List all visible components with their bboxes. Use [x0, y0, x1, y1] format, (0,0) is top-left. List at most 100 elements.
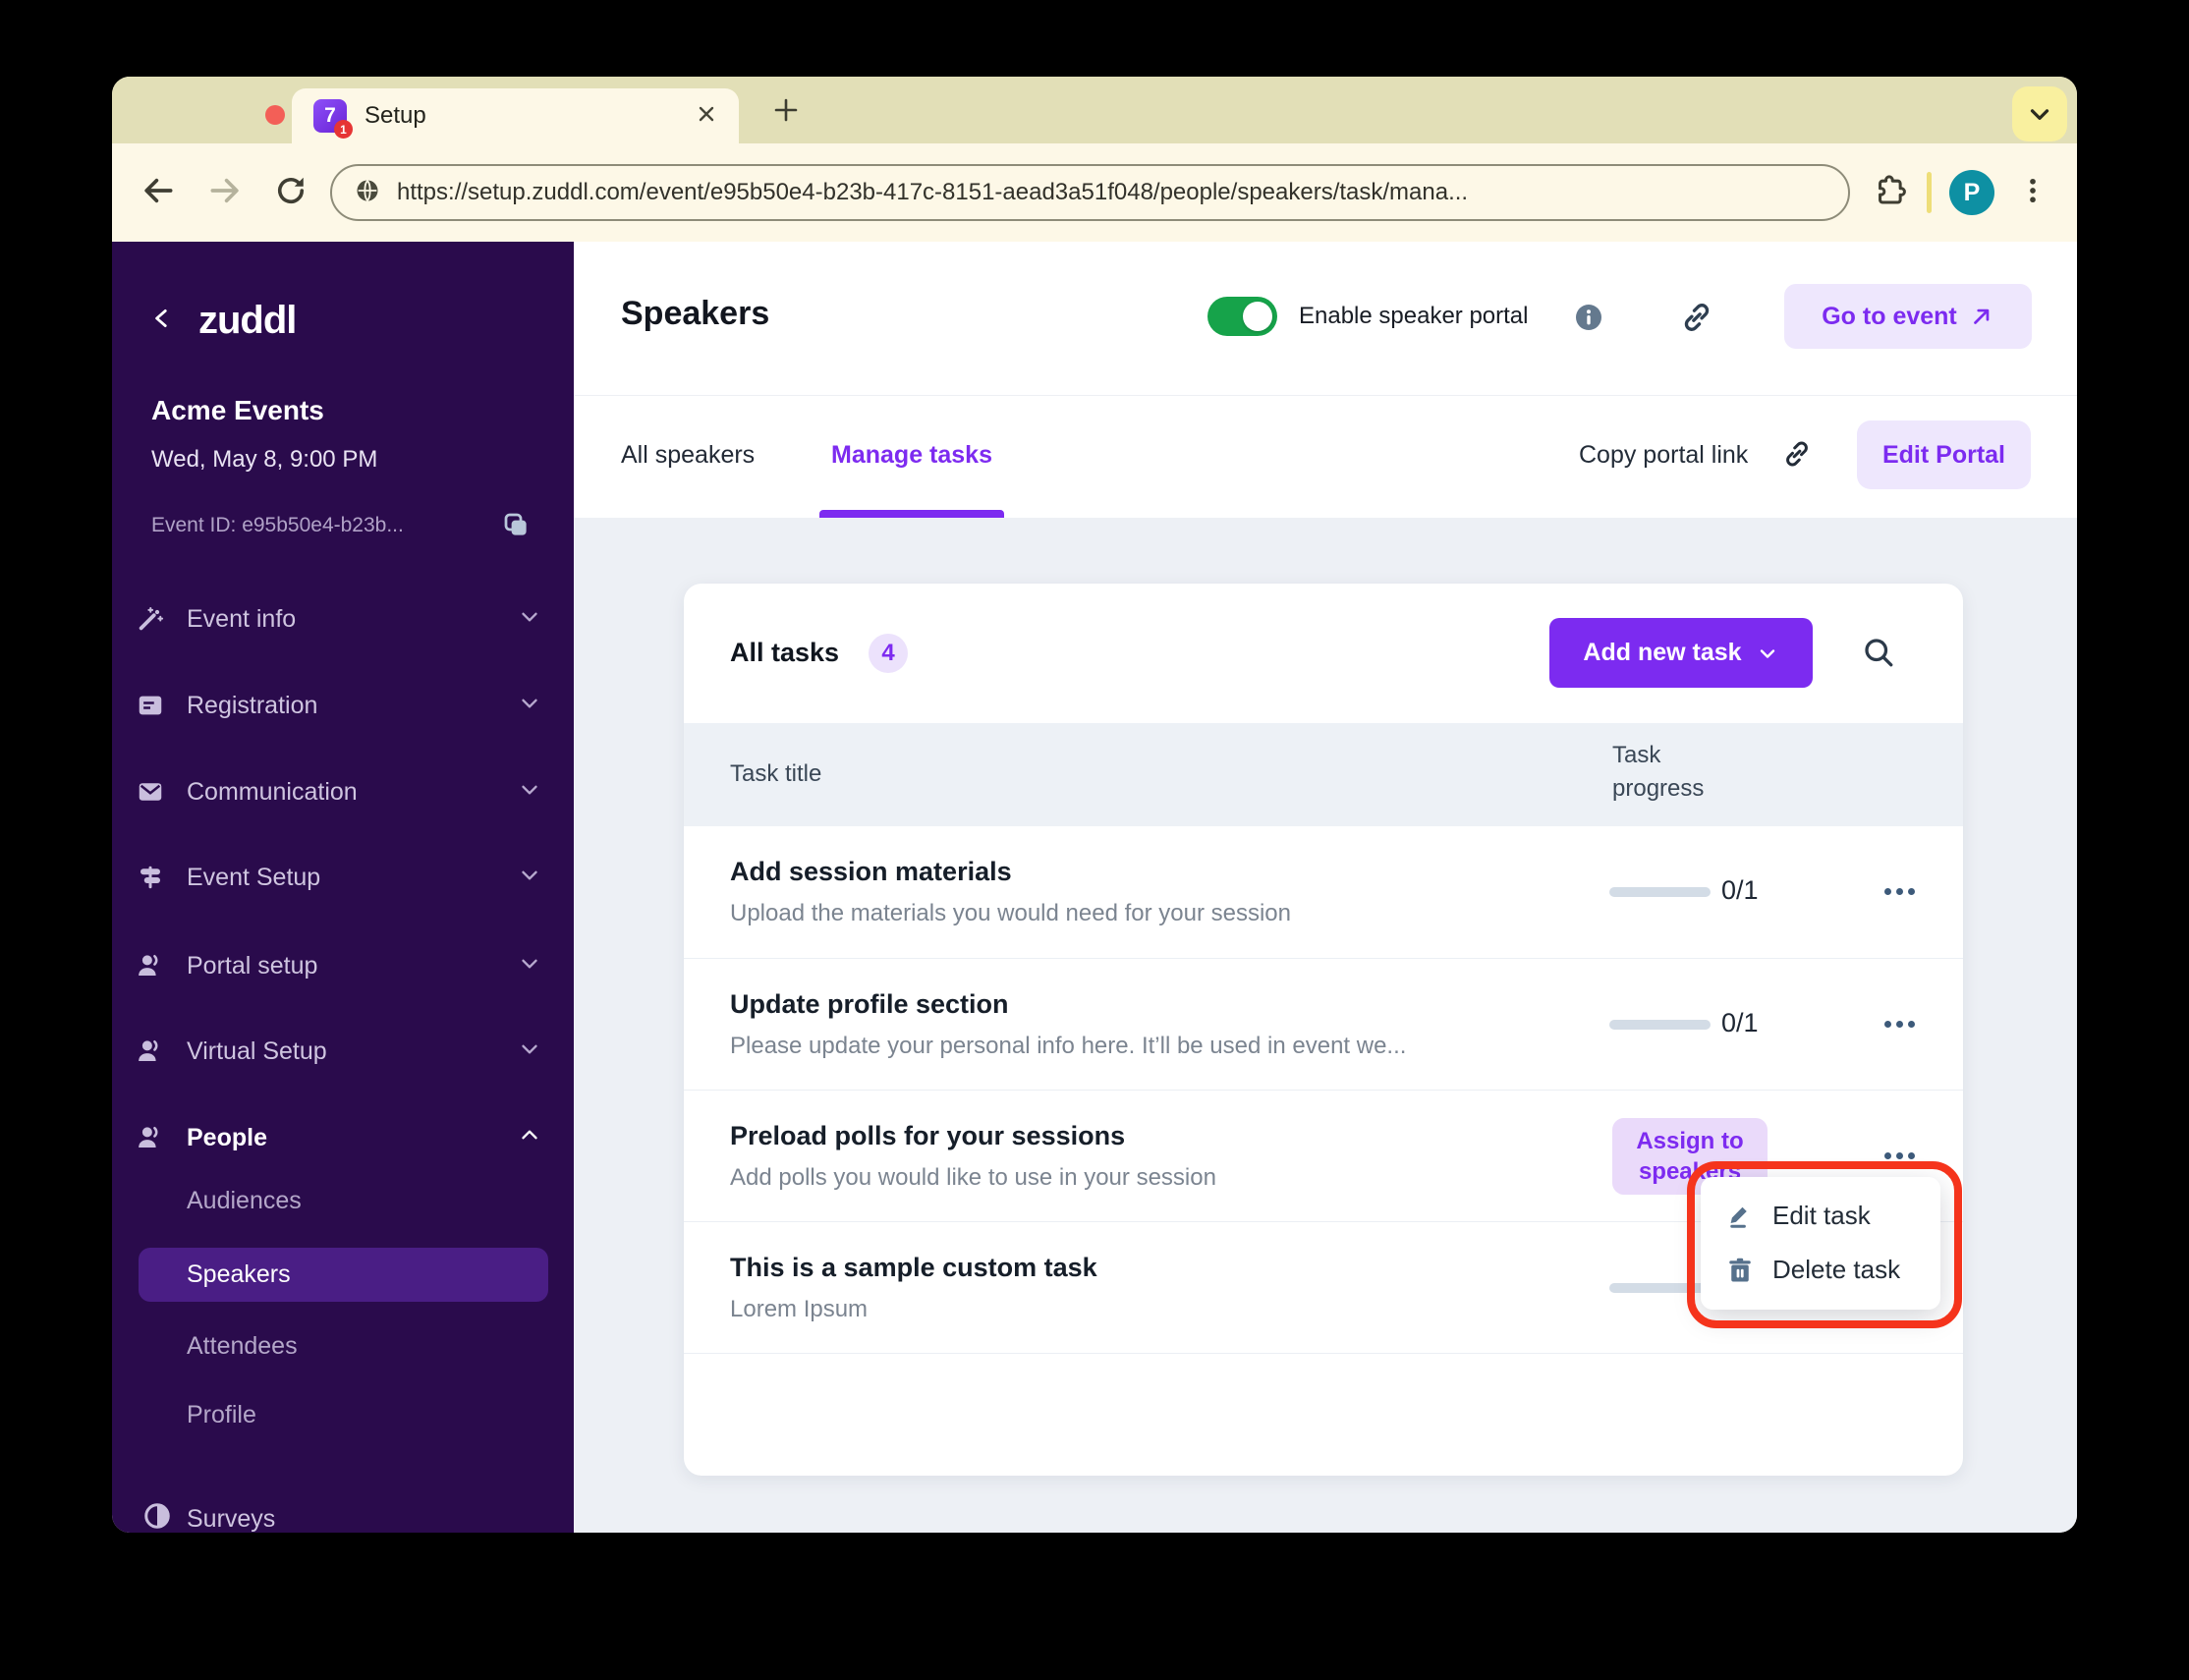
sidebar-item-event-setup[interactable]: Event Setup [136, 846, 550, 909]
surveys-icon [142, 1501, 172, 1533]
link-icon[interactable] [1780, 437, 1814, 476]
task-subtitle: Lorem Ipsum [730, 1296, 1097, 1323]
column-task-title: Task title [730, 760, 821, 788]
new-tab-button[interactable] [772, 96, 800, 124]
progress-bar [1609, 1283, 1711, 1293]
task-title: This is a sample custom task [730, 1253, 1097, 1283]
profile-avatar[interactable]: P [1949, 170, 1994, 215]
delete-task-menu-item[interactable]: Delete task [1701, 1243, 1940, 1297]
sidebar-item-label: Communication [187, 778, 358, 807]
extensions-icon[interactable] [1872, 172, 1909, 214]
reload-button[interactable] [273, 173, 309, 213]
task-count-badge: 4 [869, 634, 908, 673]
chevron-down-icon [1756, 642, 1779, 665]
row-menu-icon[interactable] [1884, 1021, 1915, 1028]
sidebar-item-registration[interactable]: Registration [136, 674, 550, 737]
row-menu-icon[interactable] [1884, 1152, 1915, 1159]
browser-menu-icon[interactable] [2016, 174, 2049, 212]
edit-portal-button[interactable]: Edit Portal [1857, 420, 2031, 489]
arrow-up-right-icon [1969, 304, 1994, 329]
browser-tab-strip: 7 1 Setup [112, 77, 2077, 143]
forward-button[interactable] [206, 172, 244, 214]
notification-badge: 1 [334, 120, 353, 139]
sidebar-item-people[interactable]: People [136, 1106, 550, 1169]
main-content: Speakers Enable speaker portal Go to eve… [574, 242, 2077, 1533]
tab-search-button[interactable] [2012, 86, 2067, 141]
search-icon[interactable] [1861, 635, 1896, 675]
sidebar-item-event-info[interactable]: Event info [136, 588, 550, 650]
sidebar-subitem-attendees[interactable]: Attendees [187, 1332, 298, 1361]
tab-all-speakers[interactable]: All speakers [621, 441, 755, 470]
tasks-card: All tasks 4 Add new task Task title Task… [684, 584, 1963, 1476]
sidebar-subitem-profile[interactable]: Profile [187, 1401, 256, 1429]
site-info-globe-icon[interactable] [354, 177, 381, 209]
menu-item-label: Edit task [1772, 1201, 1871, 1231]
sidebar-item-portal-setup[interactable]: Portal setup [136, 934, 550, 997]
progress-bar [1609, 887, 1711, 897]
task-title: Update profile section [730, 989, 1406, 1020]
active-tab-underline [819, 510, 1004, 518]
all-tasks-title: All tasks [730, 638, 839, 668]
wand-icon [136, 604, 165, 634]
task-title: Add session materials [730, 857, 1291, 887]
page-title: Speakers [621, 295, 769, 333]
toolbar-divider [1927, 172, 1932, 213]
sidebar-item-communication[interactable]: Communication [136, 760, 550, 823]
add-new-task-label: Add new task [1583, 639, 1741, 667]
tab-title: Setup [365, 102, 696, 130]
speaker-portal-toggle[interactable] [1207, 297, 1277, 336]
signpost-icon [136, 863, 165, 892]
registration-card-icon [136, 691, 165, 720]
copy-event-id-icon[interactable] [501, 510, 531, 544]
chevron-down-icon [517, 691, 542, 721]
progress-value: 0/1 [1721, 875, 1759, 906]
browser-tab[interactable]: 7 1 Setup [292, 88, 739, 143]
task-title: Preload polls for your sessions [730, 1121, 1216, 1151]
user-icon [136, 951, 165, 980]
sidebar-item-surveys[interactable]: Surveys [142, 1501, 275, 1533]
copy-portal-link[interactable]: Copy portal link [1579, 441, 1748, 470]
close-tab-icon[interactable] [696, 103, 717, 130]
table-footer-space [684, 1353, 1963, 1476]
chevron-down-icon [517, 951, 542, 981]
sidebar-subitem-speakers[interactable]: Speakers [139, 1248, 548, 1302]
progress-value: 0/1 [1721, 1008, 1759, 1038]
browser-toolbar: https://setup.zuddl.com/event/e95b50e4-b… [112, 143, 2077, 242]
task-context-menu: Edit task Delete task [1701, 1177, 1940, 1310]
info-icon[interactable] [1575, 304, 1602, 336]
people-icon [136, 1123, 165, 1152]
progress-bar [1609, 1020, 1711, 1030]
close-window-button[interactable] [265, 105, 285, 125]
page-header: Speakers Enable speaker portal Go to eve… [574, 242, 2077, 395]
sidebar-subitem-audiences[interactable]: Audiences [187, 1187, 302, 1215]
mail-icon [136, 777, 165, 807]
chevron-down-icon [517, 1036, 542, 1067]
sidebar-collapse-icon[interactable] [149, 306, 175, 336]
tab-manage-tasks[interactable]: Manage tasks [819, 441, 1004, 470]
browser-window: 7 1 Setup https://setu [112, 77, 2077, 1533]
go-to-event-button[interactable]: Go to event [1784, 284, 2032, 349]
chevron-down-icon [517, 777, 542, 808]
table-row: Update profile section Please update you… [684, 958, 1963, 1090]
edit-task-menu-item[interactable]: Edit task [1701, 1189, 1940, 1243]
sidebar-item-virtual-setup[interactable]: Virtual Setup [136, 1020, 550, 1083]
back-button[interactable] [140, 172, 177, 214]
trash-icon [1725, 1256, 1755, 1285]
task-subtitle: Upload the materials you would need for … [730, 900, 1291, 927]
row-menu-icon[interactable] [1884, 888, 1915, 895]
sidebar-item-label: Virtual Setup [187, 1037, 327, 1066]
sidebar-item-label: Portal setup [187, 952, 317, 980]
sidebar-item-label: Surveys [187, 1505, 275, 1533]
user-icon [136, 1036, 165, 1066]
portal-link-icon[interactable] [1678, 299, 1715, 341]
menu-item-label: Delete task [1772, 1255, 1900, 1285]
event-datetime: Wed, May 8, 9:00 PM [151, 446, 377, 474]
event-id: Event ID: e95b50e4-b23b... [151, 514, 404, 537]
address-bar[interactable]: https://setup.zuddl.com/event/e95b50e4-b… [330, 164, 1850, 221]
sidebar-item-label: Registration [187, 692, 317, 720]
table-row: Add session materials Upload the materia… [684, 826, 1963, 958]
chevron-down-icon [517, 604, 542, 635]
tabs-row: All speakers Manage tasks Copy portal li… [574, 395, 2077, 518]
sidebar-item-label: Event Setup [187, 864, 320, 892]
add-new-task-button[interactable]: Add new task [1549, 618, 1813, 688]
